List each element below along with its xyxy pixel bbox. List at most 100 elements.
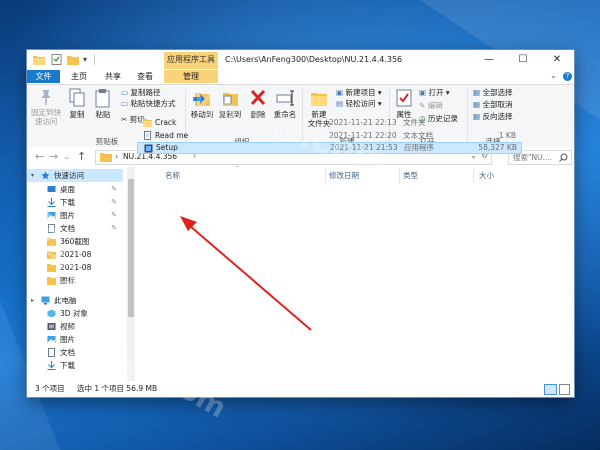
new-folder-quick-icon[interactable] xyxy=(67,54,79,65)
select-all-icon: ▦ xyxy=(473,88,481,97)
column-type[interactable]: 类型 xyxy=(403,169,418,183)
close-button[interactable]: ✕ xyxy=(540,50,574,69)
recent-dropdown-icon[interactable]: ⌄ xyxy=(63,152,70,161)
breadcrumb-separator-icon: › xyxy=(115,152,119,161)
delete-icon xyxy=(250,89,266,106)
file-row[interactable]: Crack 2021-11-21 22:13 文件夹 xyxy=(137,117,520,129)
nav-item-label: 下载 xyxy=(60,198,75,207)
copy-to-button[interactable]: 复制到 xyxy=(217,88,243,119)
edit-button[interactable]: ✎ 编辑 xyxy=(419,101,443,111)
nav-item-label: 图片 xyxy=(60,335,75,344)
column-name[interactable]: 名称 xyxy=(165,169,180,183)
file-row[interactable]: Setup 2021-11-21 21:53 应用程序 58,327 KB xyxy=(137,142,522,154)
nav-item[interactable]: 快速访问 ▾ xyxy=(27,169,123,182)
nav-item-label: 2021-08 xyxy=(60,250,92,259)
details-view-icon[interactable] xyxy=(544,384,557,395)
search-icon xyxy=(559,153,568,162)
pin-icon: ✎ xyxy=(111,198,117,206)
nav-item[interactable]: 下载 xyxy=(27,359,123,372)
column-modified[interactable]: 修改日期 xyxy=(329,169,359,183)
select-all-button[interactable]: ▦ 全部选择 xyxy=(473,88,512,98)
quick-access-dropdown[interactable]: ▾ xyxy=(83,54,87,65)
minimize-button[interactable]: — xyxy=(472,50,506,69)
tab-file[interactable]: 文件 xyxy=(27,70,60,83)
rename-icon xyxy=(276,90,294,106)
column-divider xyxy=(473,169,474,183)
desktop-icon xyxy=(47,186,56,192)
select-none-icon: ▦ xyxy=(473,100,481,109)
nav-item[interactable]: 2021-08 xyxy=(27,261,123,274)
chevron-down-icon[interactable]: ▸ xyxy=(31,294,34,307)
nav-item[interactable]: 2021-08 xyxy=(27,248,123,261)
tab-share[interactable]: 共享 xyxy=(99,70,127,83)
pin-icon xyxy=(41,90,51,105)
download-icon xyxy=(47,361,56,370)
paste-shortcut-icon: ▭ xyxy=(121,99,129,108)
file-modified: 2021-11-21 22:20 xyxy=(329,131,397,140)
properties-quick-icon[interactable] xyxy=(51,54,62,65)
properties-button[interactable]: 属性 xyxy=(393,88,415,119)
nav-item[interactable]: 图标 xyxy=(27,274,123,287)
new-folder-icon xyxy=(311,93,327,106)
up-arrow-icon[interactable]: ↑ xyxy=(77,150,86,163)
file-type: 文本文档 xyxy=(403,131,433,140)
nav-item-label: 3D 对象 xyxy=(60,309,88,318)
help-icon[interactable]: ? xyxy=(563,72,572,81)
paste-icon xyxy=(95,89,110,108)
tab-home[interactable]: 主页 xyxy=(65,70,93,83)
forward-arrow-icon[interactable]: → xyxy=(49,150,58,163)
open-button[interactable]: ▣ 打开 ▾ xyxy=(419,88,450,98)
3d-objects-icon xyxy=(47,309,56,318)
nav-item[interactable]: 3D 对象 xyxy=(27,307,123,320)
nav-item[interactable]: 下载 ✎ xyxy=(27,196,123,209)
open-icon: ▣ xyxy=(419,88,427,97)
file-list: 名称 修改日期 类型 大小 ⌃ Crack 2021-11-21 22:13 文件夹… xyxy=(135,118,574,381)
chevron-down-icon[interactable]: ▾ xyxy=(31,169,34,182)
pin-icon: ✎ xyxy=(111,211,117,219)
copy-button[interactable]: 复制 xyxy=(65,88,89,119)
copy-path-button[interactable]: ▭ 复制路径 xyxy=(121,88,160,98)
maximize-button[interactable]: ☐ xyxy=(506,50,540,69)
edit-icon: ✎ xyxy=(419,101,426,110)
context-tab-label: 应用程序工具 xyxy=(164,52,218,69)
new-item-button[interactable]: ▣ 新建项目 ▾ xyxy=(336,88,382,98)
easy-access-button[interactable]: ▤ 轻松访问 ▾ xyxy=(336,99,382,109)
folder-icon xyxy=(100,153,112,162)
paste-shortcut-button[interactable]: ▭ 粘贴快捷方式 xyxy=(121,99,175,109)
column-size[interactable]: 大小 xyxy=(479,169,494,183)
nav-item[interactable]: 360截图 xyxy=(27,235,123,248)
select-none-button[interactable]: ▦ 全部取消 xyxy=(473,100,512,110)
large-icons-view-icon[interactable] xyxy=(559,384,570,395)
copy-icon xyxy=(69,88,85,107)
tab-view[interactable]: 查看 xyxy=(131,70,159,83)
column-divider xyxy=(399,169,400,183)
paste-button[interactable]: 粘贴 xyxy=(91,88,115,119)
item-count: 3 个项目 xyxy=(35,384,65,393)
ribbon-tabs: 文件 主页 共享 查看 管理 ⌄ ? xyxy=(27,69,574,84)
video-icon xyxy=(47,323,56,330)
file-modified: 2021-11-21 22:13 xyxy=(329,118,397,127)
nav-item[interactable]: 文档 xyxy=(27,346,123,359)
folder-icon xyxy=(47,238,56,246)
move-to-button[interactable]: 移动到 xyxy=(189,88,215,119)
star-icon xyxy=(41,171,50,180)
rename-button[interactable]: 重命名 xyxy=(272,88,298,119)
nav-item[interactable]: 图片 xyxy=(27,333,123,346)
back-arrow-icon[interactable]: ← xyxy=(35,150,44,163)
scrollbar-thumb[interactable] xyxy=(128,179,134,317)
file-name: Read me xyxy=(155,131,189,140)
nav-item[interactable]: 图片 ✎ xyxy=(27,209,123,222)
file-row[interactable]: Read me 2021-11-21 22:20 文本文档 1 KB xyxy=(137,130,520,142)
delete-button[interactable]: 删除 xyxy=(247,88,269,119)
nav-item[interactable]: 桌面 ✎ xyxy=(27,183,123,196)
navigation-scrollbar[interactable] xyxy=(127,167,135,381)
pin-quick-access-button[interactable]: 固定到快速访问 xyxy=(29,88,63,126)
nav-item[interactable]: 此电脑 ▸ xyxy=(27,294,123,307)
nav-item-label: 文档 xyxy=(60,224,75,233)
folder-icon xyxy=(47,264,56,272)
nav-item[interactable]: 文档 ✎ xyxy=(27,222,123,235)
nav-item[interactable]: 视频 xyxy=(27,320,123,333)
collapse-ribbon-icon[interactable]: ⌄ xyxy=(550,71,557,80)
tab-manage[interactable]: 管理 xyxy=(164,70,218,83)
selection-info: 选中 1 个项目 56.9 MB xyxy=(77,384,158,393)
